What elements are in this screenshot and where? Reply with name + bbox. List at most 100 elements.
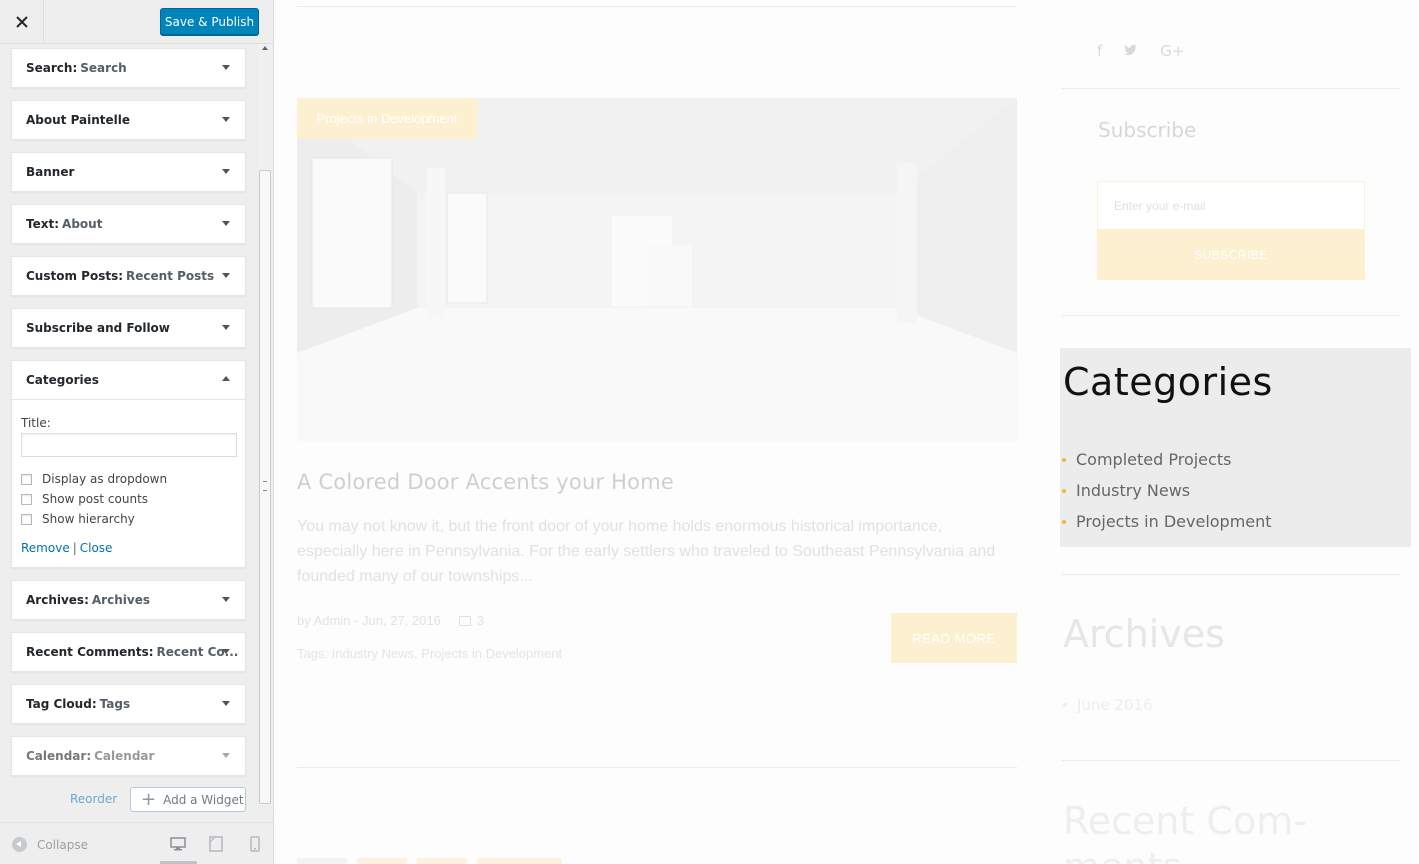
checkbox-label[interactable]: Show post counts (42, 492, 148, 506)
expand-arrow-icon[interactable] (222, 701, 230, 706)
categories-widget-form: Title: Display as dropdown Show post count… (12, 399, 245, 555)
facebook-icon[interactable]: f (1097, 42, 1102, 60)
expand-arrow-icon[interactable] (222, 221, 230, 226)
widget-categories[interactable]: Categories Title: Display as dropdown Show … (11, 360, 246, 568)
tablet-icon[interactable] (208, 836, 224, 852)
widget-header[interactable]: Calendar: Calendar (12, 737, 245, 775)
widget-type-label: Tag Cloud (26, 697, 92, 711)
widget-search[interactable]: Search: Search (11, 48, 246, 88)
widget-type-label: Calendar (26, 749, 87, 763)
checkbox[interactable] (21, 473, 32, 485)
scrollbar-thumb[interactable] (259, 170, 271, 804)
widget-header[interactable]: Text: About (12, 205, 245, 243)
email-input[interactable]: Enter your e-mail (1097, 181, 1365, 230)
expand-arrow-icon[interactable] (222, 597, 230, 602)
desktop-icon[interactable] (170, 836, 186, 852)
category-item[interactable]: Completed Projects (1062, 444, 1272, 475)
save-publish-button[interactable]: Save & Publish (160, 8, 259, 35)
widget-colon: : (84, 593, 89, 607)
next-post-badge (417, 858, 467, 864)
expand-arrow-icon[interactable] (222, 117, 230, 122)
widget-header[interactable]: Archives: Archives (12, 581, 245, 619)
archive-item[interactable]: June 2016 (1063, 696, 1153, 714)
widget-header[interactable]: Custom Posts: Recent Posts (12, 257, 245, 295)
divider (1062, 315, 1400, 316)
customizer-sidebar: Save & Publish Search: Search About Painte… (0, 0, 274, 864)
widget-type-label: Categories (26, 373, 99, 387)
category-item[interactable]: Industry News (1062, 475, 1272, 506)
categories-title: Categories (1063, 360, 1273, 404)
expand-arrow-icon[interactable] (222, 753, 230, 758)
widget-colon: : (91, 697, 97, 711)
add-widget-button[interactable]: + Add a Widget (130, 787, 246, 812)
reorder-link[interactable]: Reorder (70, 792, 117, 806)
scroll-up-arrow-icon[interactable] (262, 46, 268, 50)
checkbox-label[interactable]: Show hierarchy (42, 512, 135, 526)
post-featured-image[interactable] (297, 98, 1017, 441)
post-category-badge[interactable]: Projects in Development (297, 98, 477, 139)
bullet-icon (1062, 488, 1066, 493)
widget-title-label: Calendar (94, 749, 155, 763)
collapse-arrow-icon[interactable] (222, 376, 230, 381)
widget-subscribe-and-follow[interactable]: Subscribe and Follow (11, 308, 246, 348)
post-meta: by Admin - Jun, 27, 2016 3 (297, 613, 484, 628)
title-label: Title: (21, 416, 51, 430)
twitter-icon[interactable] (1124, 42, 1138, 60)
widget-header[interactable]: Subscribe and Follow (12, 309, 245, 347)
close-button[interactable] (0, 0, 44, 44)
widget-title-label: Search (80, 61, 127, 75)
mobile-icon[interactable] (247, 836, 263, 852)
subscribe-title: Subscribe (1098, 118, 1197, 142)
widget-header[interactable]: Categories (12, 361, 245, 399)
option-row[interactable]: Show hierarchy (21, 509, 236, 529)
expand-arrow-icon[interactable] (222, 649, 230, 654)
expand-arrow-icon[interactable] (222, 273, 230, 278)
checkbox[interactable] (21, 493, 32, 505)
close-icon (15, 16, 28, 28)
checkbox[interactable] (21, 513, 32, 525)
widget-title-label: About (62, 217, 103, 231)
divider (1062, 88, 1400, 89)
social-icons: f G+ (1097, 42, 1184, 60)
divider (297, 767, 1017, 768)
remove-link[interactable]: Remove (21, 541, 70, 555)
category-item[interactable]: Projects in Development (1062, 506, 1272, 537)
widget-title-label: Archives (91, 593, 150, 607)
widget-calendar[interactable]: Calendar: Calendar (11, 736, 246, 776)
post-title[interactable]: A Colored Door Accents your Home (297, 470, 674, 494)
collapse-label: Collapse (37, 837, 88, 852)
expand-arrow-icon[interactable] (222, 169, 230, 174)
customizer-footer: Collapse (0, 822, 273, 864)
widget-type-label: Text (26, 217, 55, 231)
widget-custom-posts[interactable]: Custom Posts: Recent Posts (11, 256, 246, 296)
widget-type-label: Search (26, 61, 73, 75)
sidebar-scrollbar[interactable] (258, 44, 273, 806)
subscribe-button[interactable]: SUBSCRIBE (1097, 229, 1365, 280)
widget-header[interactable]: Banner (12, 153, 245, 191)
checkbox-label[interactable]: Display as dropdown (42, 472, 167, 486)
widget-header[interactable]: Tag Cloud: Tags (12, 685, 245, 723)
widget-about-paintelle[interactable]: About Paintelle (11, 100, 246, 140)
plus-icon: + (141, 788, 157, 810)
widget-banner[interactable]: Banner (11, 152, 246, 192)
option-row[interactable]: Display as dropdown (21, 469, 236, 489)
widget-recent-comments[interactable]: Recent Comments: Recent Co... (11, 632, 246, 672)
expand-arrow-icon[interactable] (222, 325, 230, 330)
title-input[interactable] (21, 433, 237, 457)
widget-header[interactable]: Search: Search (12, 49, 245, 87)
widget-tag-cloud[interactable]: Tag Cloud: Tags (11, 684, 246, 724)
recent-comments-title: Recent Com- ments (1063, 799, 1307, 864)
widget-archives[interactable]: Archives: Archives (11, 580, 246, 620)
read-more-button[interactable]: READ MORE (891, 613, 1017, 663)
post-comments[interactable]: 3 (458, 613, 485, 628)
google-plus-icon[interactable]: G+ (1160, 42, 1184, 60)
option-row[interactable]: Show post counts (21, 489, 236, 509)
widget-text[interactable]: Text: About (11, 204, 246, 244)
close-link[interactable]: Close (80, 541, 113, 555)
widget-header[interactable]: About Paintelle (12, 101, 245, 139)
comment-count: 3 (476, 613, 485, 628)
widget-header[interactable]: Recent Comments: Recent Co... (12, 633, 245, 671)
expand-arrow-icon[interactable] (222, 65, 230, 70)
comment-icon (458, 615, 471, 626)
collapse-button[interactable]: Collapse (12, 837, 88, 852)
